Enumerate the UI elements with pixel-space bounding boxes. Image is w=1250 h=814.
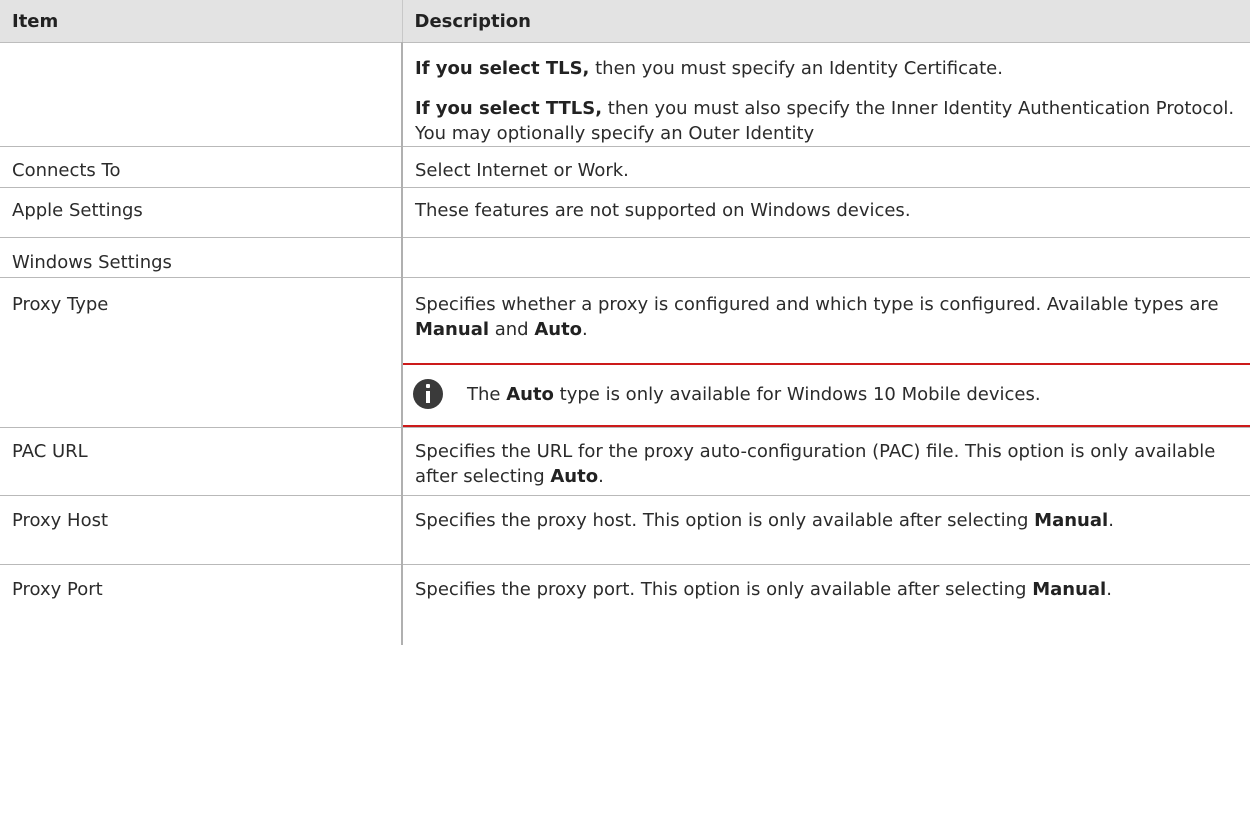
column-header-item: Item xyxy=(0,0,403,43)
description-part: Specifies the proxy port. This option is… xyxy=(415,579,1033,600)
description-text: These features are not supported on Wind… xyxy=(415,200,911,221)
description-cell: Specifies whether a proxy is configured … xyxy=(402,277,1250,428)
table-row-protocol: If you select TLS, then you must specify… xyxy=(0,42,1250,147)
description-cell: If you select TLS, then you must specify… xyxy=(402,42,1250,147)
item-label: Windows Settings xyxy=(12,252,172,273)
description-part: and xyxy=(489,319,535,340)
item-cell: Proxy Port xyxy=(0,564,403,645)
item-cell: PAC URL xyxy=(0,427,403,496)
ttls-bold: If you select TTLS, xyxy=(415,98,603,119)
description-part: Specifies the URL for the proxy auto-con… xyxy=(415,441,1216,487)
note-part: type is only available for Windows 10 Mo… xyxy=(553,384,1041,405)
item-label: Proxy Port xyxy=(12,579,103,600)
note-part: The xyxy=(467,384,507,405)
note-bold-auto: Auto xyxy=(506,384,554,405)
table-row-apple-settings: Apple Settings These features are not su… xyxy=(0,187,1250,238)
description-cell xyxy=(402,237,1250,278)
table-header-row: Item Description xyxy=(0,0,1250,43)
item-label: Connects To xyxy=(12,160,121,181)
table-row-proxy-host: Proxy Host Specifies the proxy host. Thi… xyxy=(0,495,1250,565)
item-label: Proxy Host xyxy=(12,510,109,531)
item-cell: Windows Settings xyxy=(0,237,403,278)
table-row-connects-to: Connects To Select Internet or Work. xyxy=(0,146,1250,188)
item-label: Proxy Type xyxy=(12,294,109,315)
note-text: The Auto type is only available for Wind… xyxy=(467,382,1041,407)
item-cell: Connects To xyxy=(0,146,403,188)
item-cell: Apple Settings xyxy=(0,187,403,238)
item-label: Apple Settings xyxy=(12,200,143,221)
description-part: . xyxy=(1106,579,1112,600)
table-row-proxy-type: Proxy Type Specifies whether a proxy is … xyxy=(0,277,1250,428)
bold-manual: Manual xyxy=(415,319,490,340)
table-row-pac-url: PAC URL Specifies the URL for the proxy … xyxy=(0,427,1250,496)
description-part: Specifies the proxy host. This option is… xyxy=(415,510,1035,531)
table-row-proxy-port: Proxy Port Specifies the proxy port. Thi… xyxy=(0,564,1250,646)
document-page: Item Description If you select TLS, then… xyxy=(0,0,1250,814)
tls-bold: If you select TLS, xyxy=(415,58,590,79)
description-part: . xyxy=(598,466,604,487)
description-text: Specifies the proxy host. This option is… xyxy=(415,508,1242,533)
description-cell: Specifies the URL for the proxy auto-con… xyxy=(402,427,1250,496)
description-part: Specifies whether a proxy is configured … xyxy=(415,294,1219,315)
description-cell: These features are not supported on Wind… xyxy=(402,187,1250,238)
description-text: Specifies the URL for the proxy auto-con… xyxy=(415,439,1242,489)
description-cell: Specifies the proxy port. This option is… xyxy=(402,565,1250,646)
column-header-description: Description xyxy=(402,0,1250,43)
ttls-paragraph: If you select TTLS, then you must also s… xyxy=(415,96,1242,146)
description-cell: Specifies the proxy host. This option is… xyxy=(402,495,1250,565)
item-label: PAC URL xyxy=(12,441,88,462)
description-text: Select Internet or Work. xyxy=(415,160,629,181)
info-note: The Auto type is only available for Wind… xyxy=(403,363,1250,427)
table-row-windows-settings: Windows Settings xyxy=(0,237,1250,278)
tls-paragraph: If you select TLS, then you must specify… xyxy=(415,56,1242,81)
tls-text: then you must specify an Identity Certif… xyxy=(589,58,1003,79)
description-text: Specifies the proxy port. This option is… xyxy=(415,577,1242,602)
bold-manual: Manual xyxy=(1032,579,1107,600)
info-icon xyxy=(413,379,443,409)
bold-manual: Manual xyxy=(1034,510,1109,531)
item-cell: Proxy Type xyxy=(0,277,403,428)
item-cell xyxy=(0,42,403,147)
description-cell: Select Internet or Work. xyxy=(402,146,1250,188)
item-cell: Proxy Host xyxy=(0,495,403,565)
bold-auto: Auto xyxy=(550,466,599,487)
description-text: Specifies whether a proxy is configured … xyxy=(415,292,1242,342)
description-part: . xyxy=(582,319,588,340)
bold-auto: Auto xyxy=(534,319,583,340)
description-part: . xyxy=(1108,510,1114,531)
settings-table: Item Description If you select TLS, then… xyxy=(0,0,1250,645)
